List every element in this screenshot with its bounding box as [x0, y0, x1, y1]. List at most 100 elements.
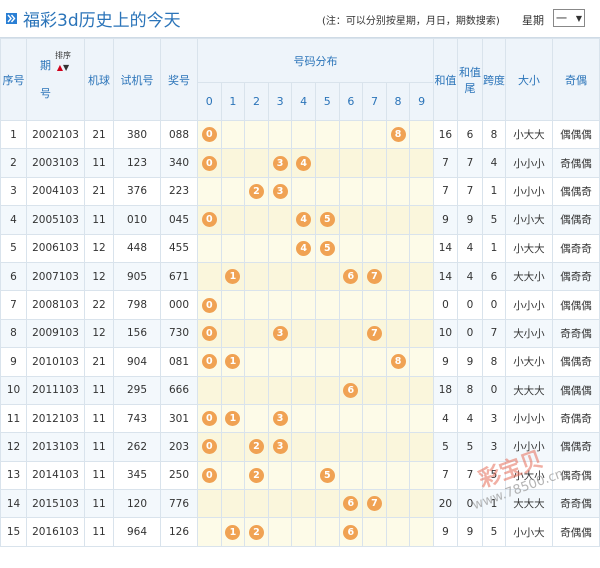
cell-distribution — [314, 119, 340, 150]
sort-label: 排序 — [55, 50, 71, 60]
number-ball: 0 — [201, 411, 217, 427]
cell-seq: 9 — [0, 347, 27, 377]
cell-machine: 11 — [84, 432, 114, 462]
cell-prize: 250 — [160, 460, 198, 491]
cell-distribution: 0 — [197, 432, 222, 462]
cell-machine: 11 — [84, 517, 114, 547]
cell-size: 小小大 — [504, 517, 553, 547]
cell-seq: 3 — [0, 176, 27, 207]
cell-machine: 11 — [84, 375, 114, 405]
cell-parity: 奇偶偶 — [551, 517, 600, 547]
cell-parity: 奇奇偶 — [551, 489, 600, 519]
cell-machine: 12 — [84, 233, 114, 263]
cell-distribution — [385, 205, 411, 235]
cell-distribution — [409, 403, 434, 434]
cell-trial: 743 — [113, 403, 161, 434]
cell-span: 1 — [481, 176, 506, 207]
cell-distribution — [338, 205, 364, 235]
cell-period: 2003103 — [26, 148, 85, 178]
cell-sum-tail: 6 — [456, 119, 483, 150]
cell-distribution: 0 — [197, 290, 222, 320]
cell-sum: 10 — [432, 318, 458, 349]
cell-sum-tail: 4 — [456, 403, 483, 434]
week-select[interactable]: 一 ▼ — [553, 9, 585, 27]
cell-span: 8 — [481, 347, 506, 377]
cell-distribution — [314, 290, 340, 320]
cell-sum-tail: 9 — [456, 205, 483, 235]
cell-distribution: 2 — [244, 517, 269, 547]
cell-distribution — [409, 233, 434, 263]
cell-distribution — [385, 261, 411, 292]
cell-distribution — [220, 489, 246, 519]
cell-distribution — [197, 261, 222, 292]
cell-distribution: 5 — [314, 460, 340, 491]
cell-period: 2016103 — [26, 517, 85, 547]
cell-sum-tail: 0 — [456, 318, 483, 349]
cell-size: 小小小 — [504, 432, 553, 462]
cell-distribution — [385, 290, 411, 320]
cell-distribution — [385, 489, 411, 519]
cell-distribution — [385, 176, 411, 207]
cell-prize: 301 — [160, 403, 198, 434]
cell-distribution: 3 — [267, 318, 293, 349]
cell-sum-tail: 8 — [456, 375, 483, 405]
cell-distribution — [220, 148, 246, 178]
cell-distribution — [385, 148, 411, 178]
cell-distribution — [338, 403, 364, 434]
digit-header: 5 — [314, 82, 340, 121]
cell-sum-tail: 7 — [456, 148, 483, 178]
number-ball: 0 — [201, 212, 217, 228]
cell-trial: 345 — [113, 460, 161, 491]
cell-distribution — [220, 318, 246, 349]
chevron-down-icon[interactable]: ▼ — [576, 14, 582, 23]
table-row: 14 2015103 11 120 776 6 7 20 0 1 大大大 奇奇偶 — [0, 489, 600, 519]
cell-prize: 223 — [160, 176, 198, 207]
cell-sum: 7 — [432, 176, 458, 207]
cell-distribution — [291, 489, 316, 519]
sort-control[interactable]: 排序 ▲▼ — [55, 50, 71, 73]
cell-span: 7 — [481, 318, 506, 349]
cell-distribution: 7 — [362, 261, 387, 292]
cell-distribution — [220, 290, 246, 320]
table-row: 8 2009103 12 156 730 0 3 7 10 0 7 大小小 奇奇偶 — [0, 318, 600, 349]
cell-machine: 12 — [84, 318, 114, 349]
cell-parity: 偶偶偶 — [551, 375, 600, 405]
cell-distribution — [244, 233, 269, 263]
cell-distribution: 2 — [244, 432, 269, 462]
digit-header: 2 — [244, 82, 269, 121]
cell-trial: 905 — [113, 261, 161, 292]
cell-machine: 21 — [84, 347, 114, 377]
cell-machine: 12 — [84, 261, 114, 292]
number-ball: 0 — [201, 127, 217, 143]
cell-distribution — [291, 347, 316, 377]
cell-distribution — [220, 119, 246, 150]
digit-header: 9 — [409, 82, 434, 121]
table-row: 2 2003103 11 123 340 0 3 4 7 7 4 小小小 奇偶偶 — [0, 148, 600, 178]
cell-prize: 000 — [160, 290, 198, 320]
cell-span: 4 — [481, 148, 506, 178]
cell-distribution — [220, 205, 246, 235]
cell-size: 大大小 — [504, 261, 553, 292]
cell-distribution — [362, 176, 387, 207]
cell-trial: 010 — [113, 205, 161, 235]
cell-distribution: 2 — [244, 460, 269, 491]
cell-distribution — [409, 517, 434, 547]
cell-seq: 8 — [0, 318, 27, 349]
number-ball: 2 — [248, 467, 264, 483]
page-header: 福彩3d历史上的今天 (注：可以分别按星期，月日，期数搜索) 星期 一 ▼ — [0, 0, 600, 38]
table-row: 4 2005103 11 010 045 0 4 5 9 9 5 小小大 偶偶奇 — [0, 205, 600, 235]
cell-distribution: 4 — [291, 148, 316, 178]
cell-distribution — [409, 432, 434, 462]
cell-seq: 4 — [0, 205, 27, 235]
cell-distribution — [314, 489, 340, 519]
col-period[interactable]: 期号 排序 ▲▼ — [26, 38, 85, 121]
cell-distribution — [338, 290, 364, 320]
cell-distribution — [362, 517, 387, 547]
cell-parity: 偶奇奇 — [551, 261, 600, 292]
number-ball: 3 — [272, 325, 288, 341]
sort-arrows-icon[interactable]: ▲▼ — [57, 63, 69, 72]
cell-distribution — [197, 233, 222, 263]
cell-trial: 964 — [113, 517, 161, 547]
week-label: 星期 — [522, 14, 544, 27]
number-ball: 0 — [201, 297, 217, 313]
